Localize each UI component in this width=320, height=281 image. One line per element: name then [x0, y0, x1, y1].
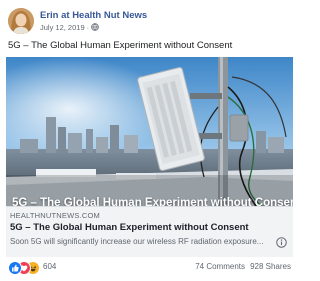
link-domain: HEALTHNUTNEWS.COM	[10, 211, 100, 220]
post-date[interactable]: July 12, 2019	[40, 23, 85, 32]
post-header: Erin at Health Nut News July 12, 2019 ·	[8, 8, 291, 36]
comments-count[interactable]: 74 Comments	[195, 262, 245, 271]
author-avatar[interactable]	[8, 8, 34, 34]
info-icon[interactable]	[276, 235, 287, 248]
post-caption: 5G – The Global Human Experiment without…	[8, 40, 233, 51]
reaction-count: 604	[43, 262, 57, 271]
post-meta: July 12, 2019 ·	[40, 23, 99, 33]
globe-icon[interactable]	[91, 23, 99, 33]
post-footer: 604 74 Comments 928 Shares	[8, 261, 291, 275]
link-title[interactable]: 5G – The Global Human Experiment without…	[10, 222, 249, 233]
facebook-post: Erin at Health Nut News July 12, 2019 · 5…	[0, 0, 299, 281]
image-overlay-title: 5G – The Global Human Experiment without…	[12, 197, 293, 206]
link-preview-details[interactable]: HEALTHNUTNEWS.COM 5G – The Global Human …	[6, 206, 293, 257]
shares-count[interactable]: 928 Shares	[250, 262, 291, 271]
link-preview-image[interactable]: 5G – The Global Human Experiment without…	[6, 57, 293, 206]
meta-separator: ·	[86, 23, 90, 32]
author-name[interactable]: Erin at Health Nut News	[40, 10, 147, 21]
link-description: Soon 5G will significantly increase our …	[10, 237, 264, 246]
like-reaction-icon	[8, 261, 22, 275]
cell-tower-photo	[6, 57, 293, 206]
